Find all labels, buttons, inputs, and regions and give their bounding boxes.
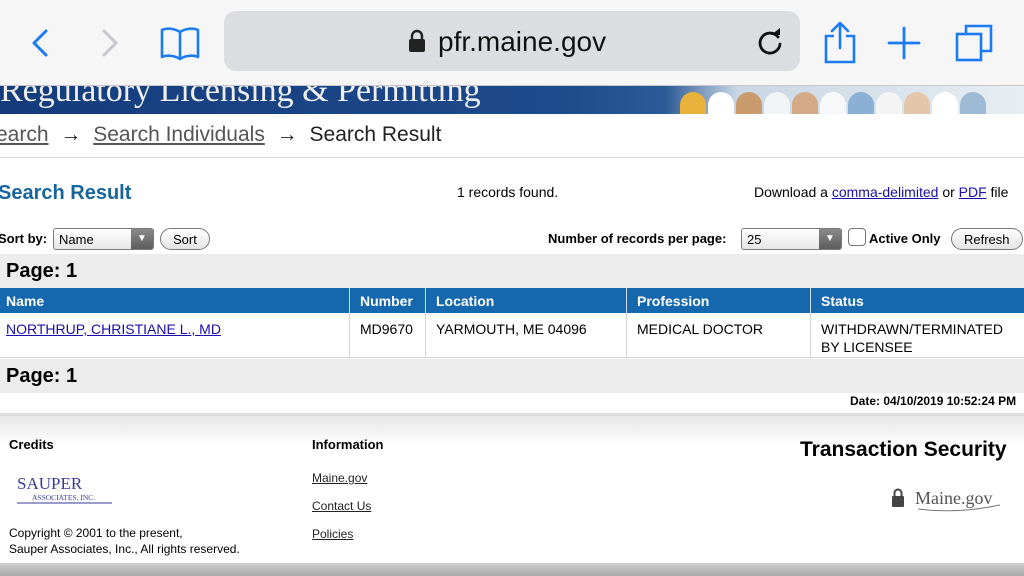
licensee-name-link[interactable]: NORTHRUP, CHRISTIANE L., MD [6,321,221,337]
copyright: Copyright © 2001 to the present, Sauper … [9,525,240,557]
status-cell: WITHDRAWN/TERMINATED BY LICENSEE [821,320,1003,356]
per-page-select[interactable]: 25 ▼ [741,228,842,250]
page-indicator: Page: 1 [6,365,78,387]
per-page-label: Number of records per page: [548,231,727,246]
banner-title: Regulatory Licensing & Permitting [0,86,481,109]
download-suffix: file [990,184,1009,200]
column-header-location: Location [436,293,495,309]
back-icon[interactable] [22,18,58,68]
chevron-down-icon: ▼ [819,229,841,249]
per-page-value: 25 [747,232,762,247]
svg-text:SAUPER: SAUPER [17,474,83,493]
breadcrumb-current: Search Result [309,123,442,146]
column-header-name: Name [6,293,45,309]
breadcrumb-separator: → [60,123,82,146]
sort-select[interactable]: Name ▼ [53,228,154,250]
svg-text:Maine.gov: Maine.gov [915,488,992,508]
breadcrumb-search-link[interactable]: earch [0,123,49,146]
license-number: MD9670 [360,321,413,337]
site-banner: Regulatory Licensing & Permitting [0,86,1024,114]
location-cell: YARMOUTH, ME 04096 [436,321,587,337]
report-date: Date: 04/10/2019 10:52:24 PM [850,394,1017,408]
sort-button[interactable]: Sort [160,228,210,250]
transaction-security-heading: Transaction Security [800,438,1007,461]
download-links: Download a comma-delimited or PDF file [754,184,1008,200]
breadcrumb-separator: → [276,123,298,146]
footer-link-maine-gov[interactable]: Maine.gov [312,471,367,485]
column-header-profession: Profession [637,293,710,309]
page-title: Search Result [0,182,132,204]
sort-select-value: Name [59,232,94,247]
new-tab-icon[interactable] [884,18,924,68]
breadcrumb-search-individuals-link[interactable]: Search Individuals [93,123,265,146]
reload-icon[interactable] [756,27,784,62]
banner-photo [680,86,986,114]
bookmarks-icon[interactable] [156,18,204,68]
status-line: WITHDRAWN/TERMINATED [821,321,1003,337]
download-csv-link[interactable]: comma-delimited [832,184,939,200]
svg-text:ASSOCIATES, INC.: ASSOCIATES, INC. [32,493,95,502]
download-pdf-link[interactable]: PDF [959,184,987,200]
pagination-top: Page: 1 [0,254,1024,288]
forward-icon[interactable] [92,18,128,68]
information-heading: Information [312,437,384,452]
footer-link-policies[interactable]: Policies [312,527,353,541]
pagination-bottom: Page: 1 [0,359,1024,393]
bottom-scroll-edge [0,563,1024,576]
download-or: or [942,184,955,200]
refresh-button[interactable]: Refresh [951,228,1023,250]
column-header-number: Number [360,293,413,309]
credits-heading: Credits [9,437,54,452]
browser-toolbar: pfr.maine.gov [0,0,1024,86]
column-header-status: Status [821,293,864,309]
download-prefix: Download a [754,184,828,200]
chevron-down-icon: ▼ [131,229,153,249]
divider [0,157,1024,158]
footer: Credits SAUPER ASSOCIATES, INC. Copyrigh… [0,413,1024,563]
active-only-label: Active Only [869,231,941,246]
copyright-line: Copyright © 2001 to the present, [9,526,183,540]
maine-gov-logo[interactable]: Maine.gov [888,486,1008,514]
page-indicator: Page: 1 [6,260,78,282]
status-line: BY LICENSEE [821,339,913,355]
footer-link-contact-us[interactable]: Contact Us [312,499,371,513]
copyright-line: Sauper Associates, Inc., All rights rese… [9,542,240,556]
breadcrumb: earch → Search Individuals → Search Resu… [0,123,441,147]
profession-cell: MEDICAL DOCTOR [637,321,764,337]
sort-label: Sort by: [0,231,48,246]
share-icon[interactable] [820,18,860,68]
records-count: 1 records found. [457,184,559,200]
tabs-icon[interactable] [952,18,996,68]
table-row: NORTHRUP, CHRISTIANE L., MD MD9670 YARMO… [0,313,1024,358]
table-header: Name Number Location Profession Status [0,288,1024,313]
address-bar[interactable]: pfr.maine.gov [224,11,800,71]
lock-icon [408,29,426,58]
url-text: pfr.maine.gov [438,26,607,57]
active-only-checkbox[interactable] [848,228,866,246]
sauper-logo[interactable]: SAUPER ASSOCIATES, INC. [14,469,114,509]
